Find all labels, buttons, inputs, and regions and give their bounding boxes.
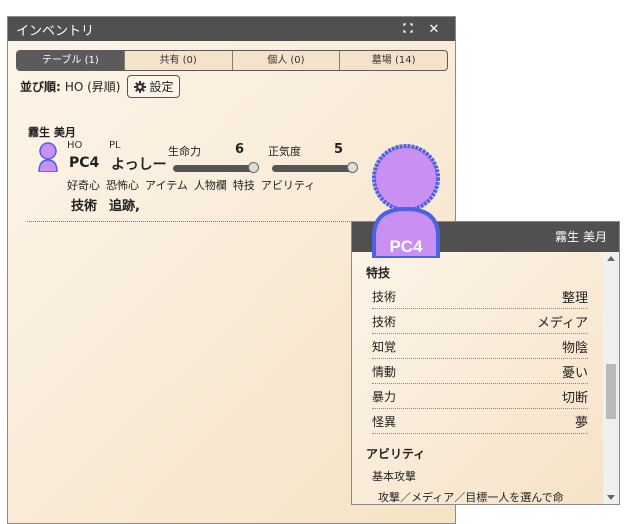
fear-value: 追跡, [109, 199, 140, 214]
scroll-thumb[interactable] [606, 364, 616, 419]
skill-name: 憂い [561, 365, 588, 381]
tag-skills[interactable]: 特技 [233, 177, 255, 193]
tab-graveyard[interactable]: 墓場 (14) [339, 51, 447, 70]
window-titlebar[interactable]: インベントリ ✕ [8, 17, 455, 41]
tag-items[interactable]: アイテム [145, 177, 188, 193]
skill-category: 怪異 [372, 414, 397, 429]
hp-slider-knob[interactable] [248, 162, 259, 173]
skill-row: 技術 整理 [372, 284, 588, 309]
skill-category: 技術 [372, 289, 397, 304]
skill-name: 夢 [574, 415, 588, 431]
skill-name: メディア [536, 315, 588, 331]
scroll-up-icon[interactable] [607, 256, 615, 261]
ability-name: 基本攻撃 [372, 470, 416, 483]
curiosity-value: 技術 [71, 199, 98, 214]
gear-icon [134, 80, 147, 93]
tab-table[interactable]: テーブル (1) [17, 51, 124, 70]
character-detail-popup: 霧生 美月 特技 技術 整理 技術 メディア 知覚 物陰 情動 憂い 暴力 切断 怪異夢 … [351, 221, 620, 505]
popup-character-name: 霧生 美月 [555, 230, 607, 244]
tag-curiosity[interactable]: 好奇心 [67, 177, 100, 193]
maximize-icon[interactable] [395, 22, 421, 37]
character-name: 霧生 美月 [28, 126, 76, 139]
popup-body: 特技 技術 整理 技術 メディア 知覚 物陰 情動 憂い 暴力 切断 怪異夢 アビリティ … [352, 252, 603, 504]
skill-category: 技術 [372, 314, 397, 329]
settings-button[interactable]: 設定 [127, 75, 181, 98]
skill-name: 切断 [561, 390, 588, 406]
settings-label: 設定 [149, 80, 174, 94]
tag-fear[interactable]: 恐怖心 [106, 177, 139, 193]
hp-label: 生命力 [168, 145, 201, 158]
hp-value: 6 [235, 142, 245, 157]
window-title: インベントリ [16, 23, 95, 39]
tab-personal[interactable]: 個人 (0) [231, 51, 340, 70]
skill-row: 暴力 切断 [372, 384, 588, 409]
sort-row: 並び順: HO (昇順) 設定 [20, 75, 181, 98]
token-label: PC4 [389, 237, 423, 256]
ability-description: 攻撃／メディア／目標一人を選んで命 [378, 491, 564, 504]
sanity-slider-knob[interactable] [347, 162, 358, 173]
skill-row: 知覚 物陰 [372, 334, 588, 359]
ho-label: HO [67, 140, 83, 151]
tag-people[interactable]: 人物欄 [194, 177, 227, 193]
skills-title: 特技 [366, 266, 391, 280]
tag-abilities[interactable]: アビリティ [261, 177, 315, 193]
sanity-slider[interactable] [272, 162, 358, 173]
skill-category: 知覚 [372, 339, 397, 354]
sort-value: HO (昇順) [64, 80, 121, 94]
character-token-avatar[interactable]: PC4 [370, 143, 442, 258]
abilities-title: アビリティ [366, 447, 426, 461]
pl-value: よっしー [111, 157, 167, 173]
inventory-tabs: テーブル (1) 共有 (0) 個人 (0) 墓場 (14) [16, 50, 448, 71]
ho-value: PC4 [69, 155, 100, 171]
skill-name: 整理 [561, 290, 588, 306]
character-avatar-icon[interactable] [37, 142, 59, 172]
hp-slider[interactable] [173, 162, 259, 173]
sanity-label: 正気度 [268, 145, 301, 158]
popup-scrollbar[interactable] [603, 252, 619, 504]
skill-category: 暴力 [372, 389, 397, 404]
skill-row: 技術 メディア [372, 309, 588, 334]
skill-row: 怪異 夢 [372, 409, 588, 434]
character-tags: 好奇心 恐怖心 アイテム 人物欄 特技 アビリティ [67, 177, 315, 193]
sanity-value: 5 [334, 142, 344, 157]
scroll-down-icon[interactable] [607, 495, 615, 500]
close-icon[interactable]: ✕ [421, 22, 447, 37]
pl-label: PL [109, 140, 121, 151]
skill-name: 物陰 [561, 340, 588, 356]
tab-shared[interactable]: 共有 (0) [123, 51, 232, 70]
sort-label: 並び順: [20, 80, 61, 94]
character-values: 技術 追跡, [71, 195, 140, 214]
skill-category: 情動 [372, 364, 397, 379]
skill-row: 情動 憂い [372, 359, 588, 384]
